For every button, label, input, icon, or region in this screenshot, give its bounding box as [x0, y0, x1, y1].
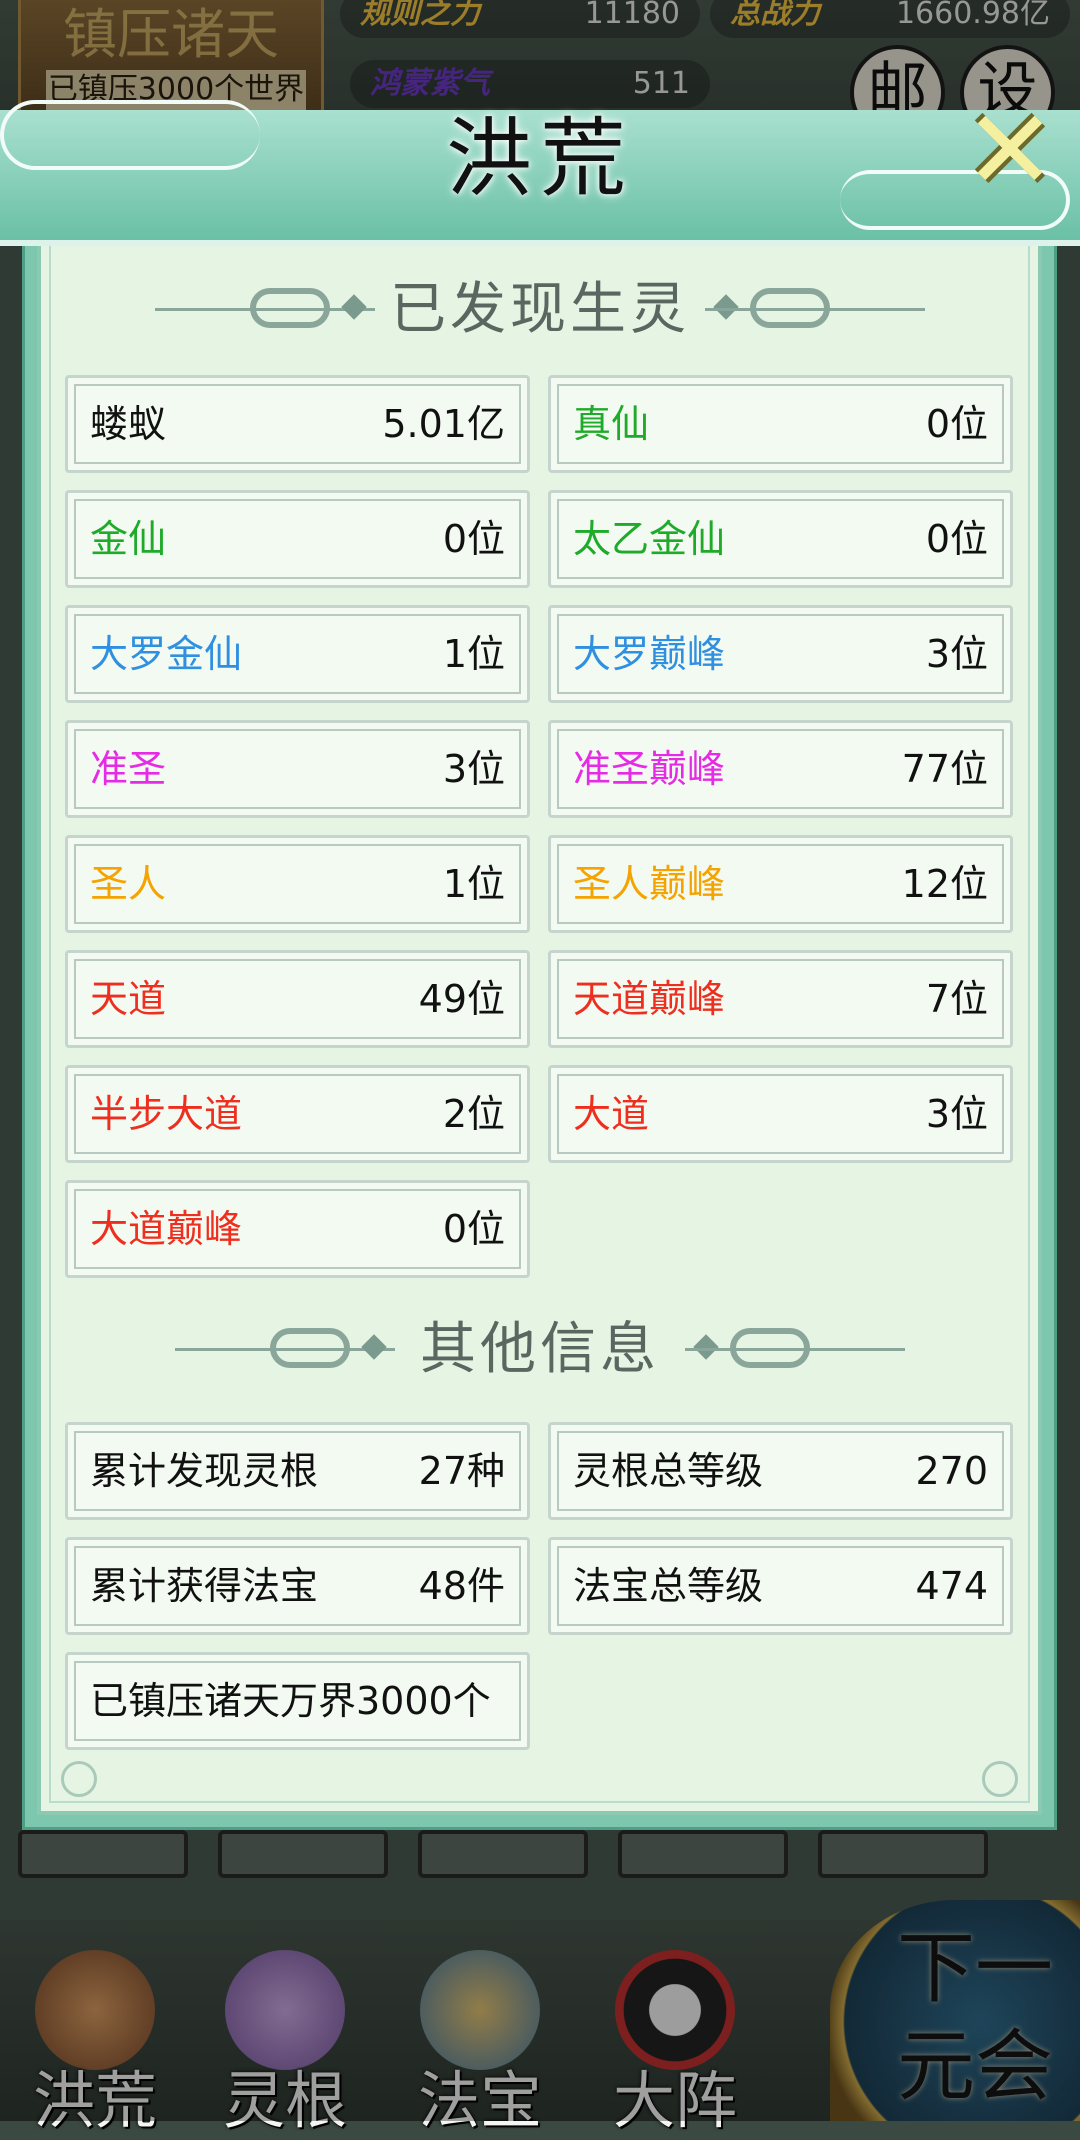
creature-cell: 圣人 1位	[65, 835, 530, 933]
cell-value: 5.01亿	[382, 402, 505, 446]
corner-ornament	[61, 1761, 97, 1797]
dialog-title: 洪荒	[446, 109, 634, 209]
cell-value: 1位	[442, 862, 505, 906]
cell-value: 0位	[925, 402, 988, 446]
cell-label: 太乙金仙	[573, 517, 726, 561]
cell-value: 49位	[418, 977, 505, 1021]
cell-label: 大道巅峰	[90, 1207, 243, 1251]
cell-value: 3位	[925, 632, 988, 676]
section-title: 已发现生灵	[390, 277, 690, 342]
creature-cell: 半步大道 2位	[65, 1065, 530, 1163]
creature-cell: 大罗金仙 1位	[65, 605, 530, 703]
creature-cell: 金仙 0位	[65, 490, 530, 588]
cell-value: 27种	[418, 1449, 505, 1493]
creature-cell: 准圣巅峰 77位	[548, 720, 1013, 818]
cell-label: 大道	[573, 1092, 650, 1136]
creature-cell: 蝼蚁 5.01亿	[65, 375, 530, 473]
cell-label: 蝼蚁	[90, 402, 167, 446]
info-cell: 累计获得法宝 48件	[65, 1537, 530, 1635]
cell-label: 半步大道	[90, 1092, 243, 1136]
cell-label: 准圣	[90, 747, 167, 791]
creature-cell: 真仙 0位	[548, 375, 1013, 473]
section-header-other-info: 其他信息	[0, 1310, 1080, 1390]
corner-ornament	[982, 1761, 1018, 1797]
cell-value: 7位	[925, 977, 988, 1021]
section-title: 其他信息	[420, 1317, 660, 1382]
cell-label: 真仙	[573, 402, 650, 446]
close-button[interactable]: ✕	[960, 95, 1060, 205]
cell-label: 圣人	[90, 862, 167, 906]
cell-label: 天道	[90, 977, 167, 1021]
cell-value: 2位	[442, 1092, 505, 1136]
cell-value: 474	[915, 1564, 988, 1608]
cell-label: 灵根总等级	[573, 1449, 764, 1493]
cell-label: 天道巅峰	[573, 977, 726, 1021]
creature-cell: 大道 3位	[548, 1065, 1013, 1163]
cell-label: 累计发现灵根	[90, 1449, 319, 1493]
creature-cell: 天道 49位	[65, 950, 530, 1048]
cell-value: 3位	[925, 1092, 988, 1136]
creature-cell: 圣人巅峰 12位	[548, 835, 1013, 933]
creature-cell: 大道巅峰 0位	[65, 1180, 530, 1278]
cell-label: 金仙	[90, 517, 167, 561]
cell-label: 累计获得法宝	[90, 1564, 319, 1608]
cell-value: 12位	[901, 862, 988, 906]
info-cell: 已镇压诸天万界3000个	[65, 1652, 530, 1750]
cell-value: 1位	[442, 632, 505, 676]
cell-value: 48件	[418, 1564, 505, 1608]
info-cell: 法宝总等级 474	[548, 1537, 1013, 1635]
cell-label: 圣人巅峰	[573, 862, 726, 906]
creature-cell: 天道巅峰 7位	[548, 950, 1013, 1048]
cell-label: 已镇压诸天万界3000个	[90, 1679, 491, 1723]
creature-cell: 准圣 3位	[65, 720, 530, 818]
section-header-creatures: 已发现生灵	[0, 270, 1080, 350]
cell-value: 0位	[442, 517, 505, 561]
info-cell: 灵根总等级 270	[548, 1422, 1013, 1520]
info-cell: 累计发现灵根 27种	[65, 1422, 530, 1520]
cell-value: 3位	[442, 747, 505, 791]
cell-value: 77位	[901, 747, 988, 791]
cell-label: 准圣巅峰	[573, 747, 726, 791]
cell-label: 法宝总等级	[573, 1564, 764, 1608]
cell-value: 0位	[442, 1207, 505, 1251]
cell-label: 大罗巅峰	[573, 632, 726, 676]
creature-cell: 太乙金仙 0位	[548, 490, 1013, 588]
creature-cell: 大罗巅峰 3位	[548, 605, 1013, 703]
cell-value: 0位	[925, 517, 988, 561]
cell-label: 大罗金仙	[90, 632, 243, 676]
cell-value: 270	[915, 1449, 988, 1493]
